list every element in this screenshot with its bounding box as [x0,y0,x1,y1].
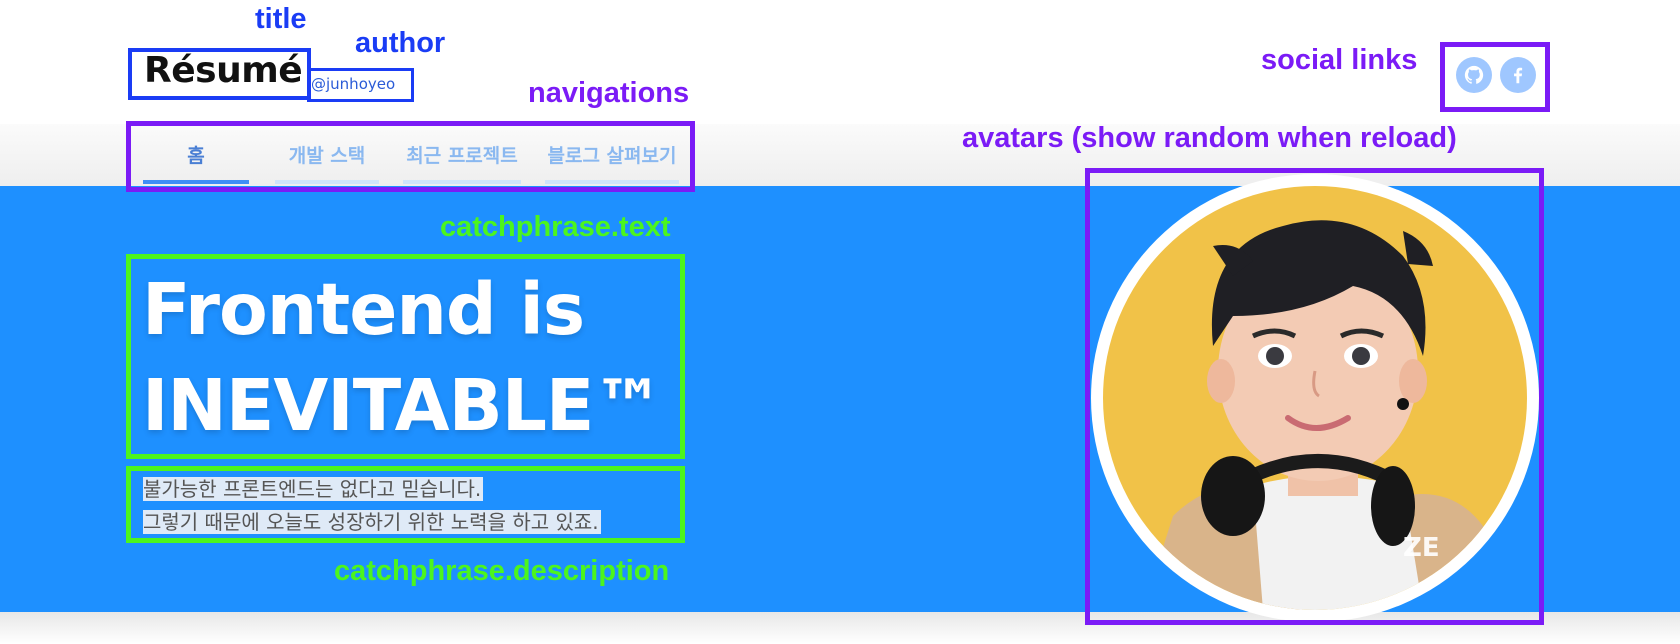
annotation-avatars: avatars (show random when reload) [962,122,1457,154]
catchphrase-text-annotation-box [126,254,685,459]
annotation-author: author [355,27,446,59]
catchphrase-description-annotation-box [126,466,685,543]
title-annotation-box [128,48,311,100]
annotation-catchphrase-description: catchphrase.description [334,555,670,587]
annotation-catchphrase-text: catchphrase.text [440,211,671,243]
social-links-annotation-box [1440,42,1550,112]
navigations-annotation-box [126,121,695,192]
annotation-navigations: navigations [528,77,690,109]
annotation-social-links: social links [1261,44,1418,76]
author-annotation-box [307,68,414,102]
annotation-title: title [255,3,307,35]
avatars-annotation-box [1085,168,1544,625]
